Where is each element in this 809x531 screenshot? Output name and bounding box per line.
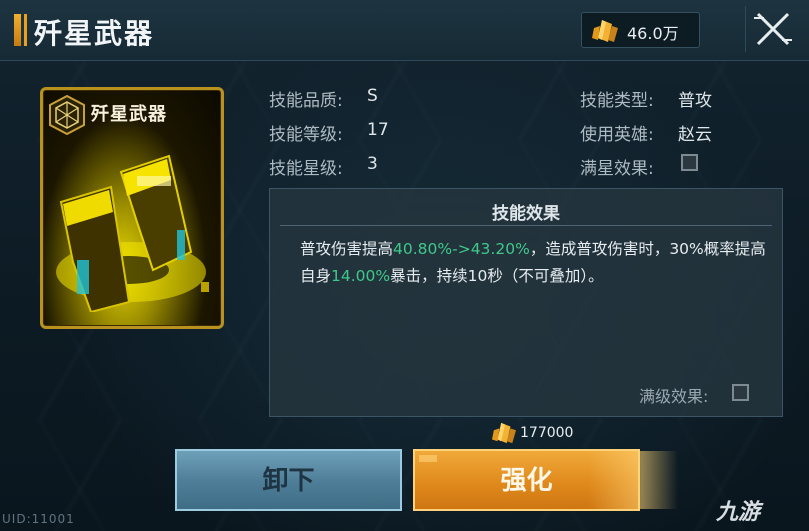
title-accent	[14, 14, 24, 46]
hero-label: 使用英雄:	[580, 125, 654, 145]
effect-highlight-2: 14.00%	[331, 267, 391, 285]
gold-crystal-icon	[492, 422, 516, 444]
hero-value: 赵云	[678, 125, 712, 145]
currency-display: 46.0万	[581, 12, 700, 48]
max-level-label: 满级效果:	[639, 387, 709, 406]
effect-highlight-1: 40.80%->43.20%	[393, 240, 530, 258]
max-star-checkbox[interactable]	[681, 154, 698, 171]
skill-card: 歼星武器	[40, 87, 224, 329]
type-value: 普攻	[678, 91, 712, 111]
close-button[interactable]	[745, 6, 800, 52]
effect-text-1: 普攻伤害提高	[300, 240, 394, 258]
uid-label: UID:11001	[2, 512, 75, 526]
gold-crystal-icon	[592, 20, 618, 42]
currency-amount: 46.0万	[627, 24, 679, 43]
effect-panel: 技能效果 普攻伤害提高40.80%->43.20%，造成普攻伤害时，30%概率提…	[269, 188, 783, 417]
quality-value: S	[367, 86, 378, 106]
header-bar: 歼星武器 46.0万	[0, 0, 809, 61]
unequip-button[interactable]: 卸下	[175, 449, 402, 511]
button-tag	[419, 455, 437, 462]
effect-description: 普攻伤害提高40.80%->43.20%，造成普攻伤害时，30%概率提高自身14…	[300, 236, 770, 290]
upgrade-cost-amount: 177000	[520, 425, 574, 441]
upgrade-button[interactable]: 强化	[413, 449, 678, 511]
button-glow	[588, 451, 678, 509]
unequip-label: 卸下	[262, 466, 315, 496]
max-star-label: 满星效果:	[580, 159, 654, 179]
effect-divider	[280, 225, 772, 226]
max-level-checkbox[interactable]	[732, 384, 749, 401]
close-icon	[754, 12, 792, 46]
hex-emblem-icon	[49, 94, 85, 136]
type-label: 技能类型:	[580, 91, 654, 111]
page-title: 歼星武器	[34, 17, 155, 50]
star-label: 技能星级:	[269, 159, 343, 179]
effect-title: 技能效果	[492, 204, 560, 224]
upgrade-label: 强化	[500, 466, 553, 496]
level-value: 17	[367, 120, 389, 140]
watermark: 九游	[716, 500, 761, 525]
quality-label: 技能品质:	[269, 91, 343, 111]
star-value: 3	[367, 154, 378, 174]
weapon-art	[56, 154, 209, 312]
card-title: 歼星武器	[91, 104, 167, 125]
effect-text-3: 暴击，持续10秒（不可叠加）。	[390, 267, 604, 285]
level-label: 技能等级:	[269, 125, 343, 145]
